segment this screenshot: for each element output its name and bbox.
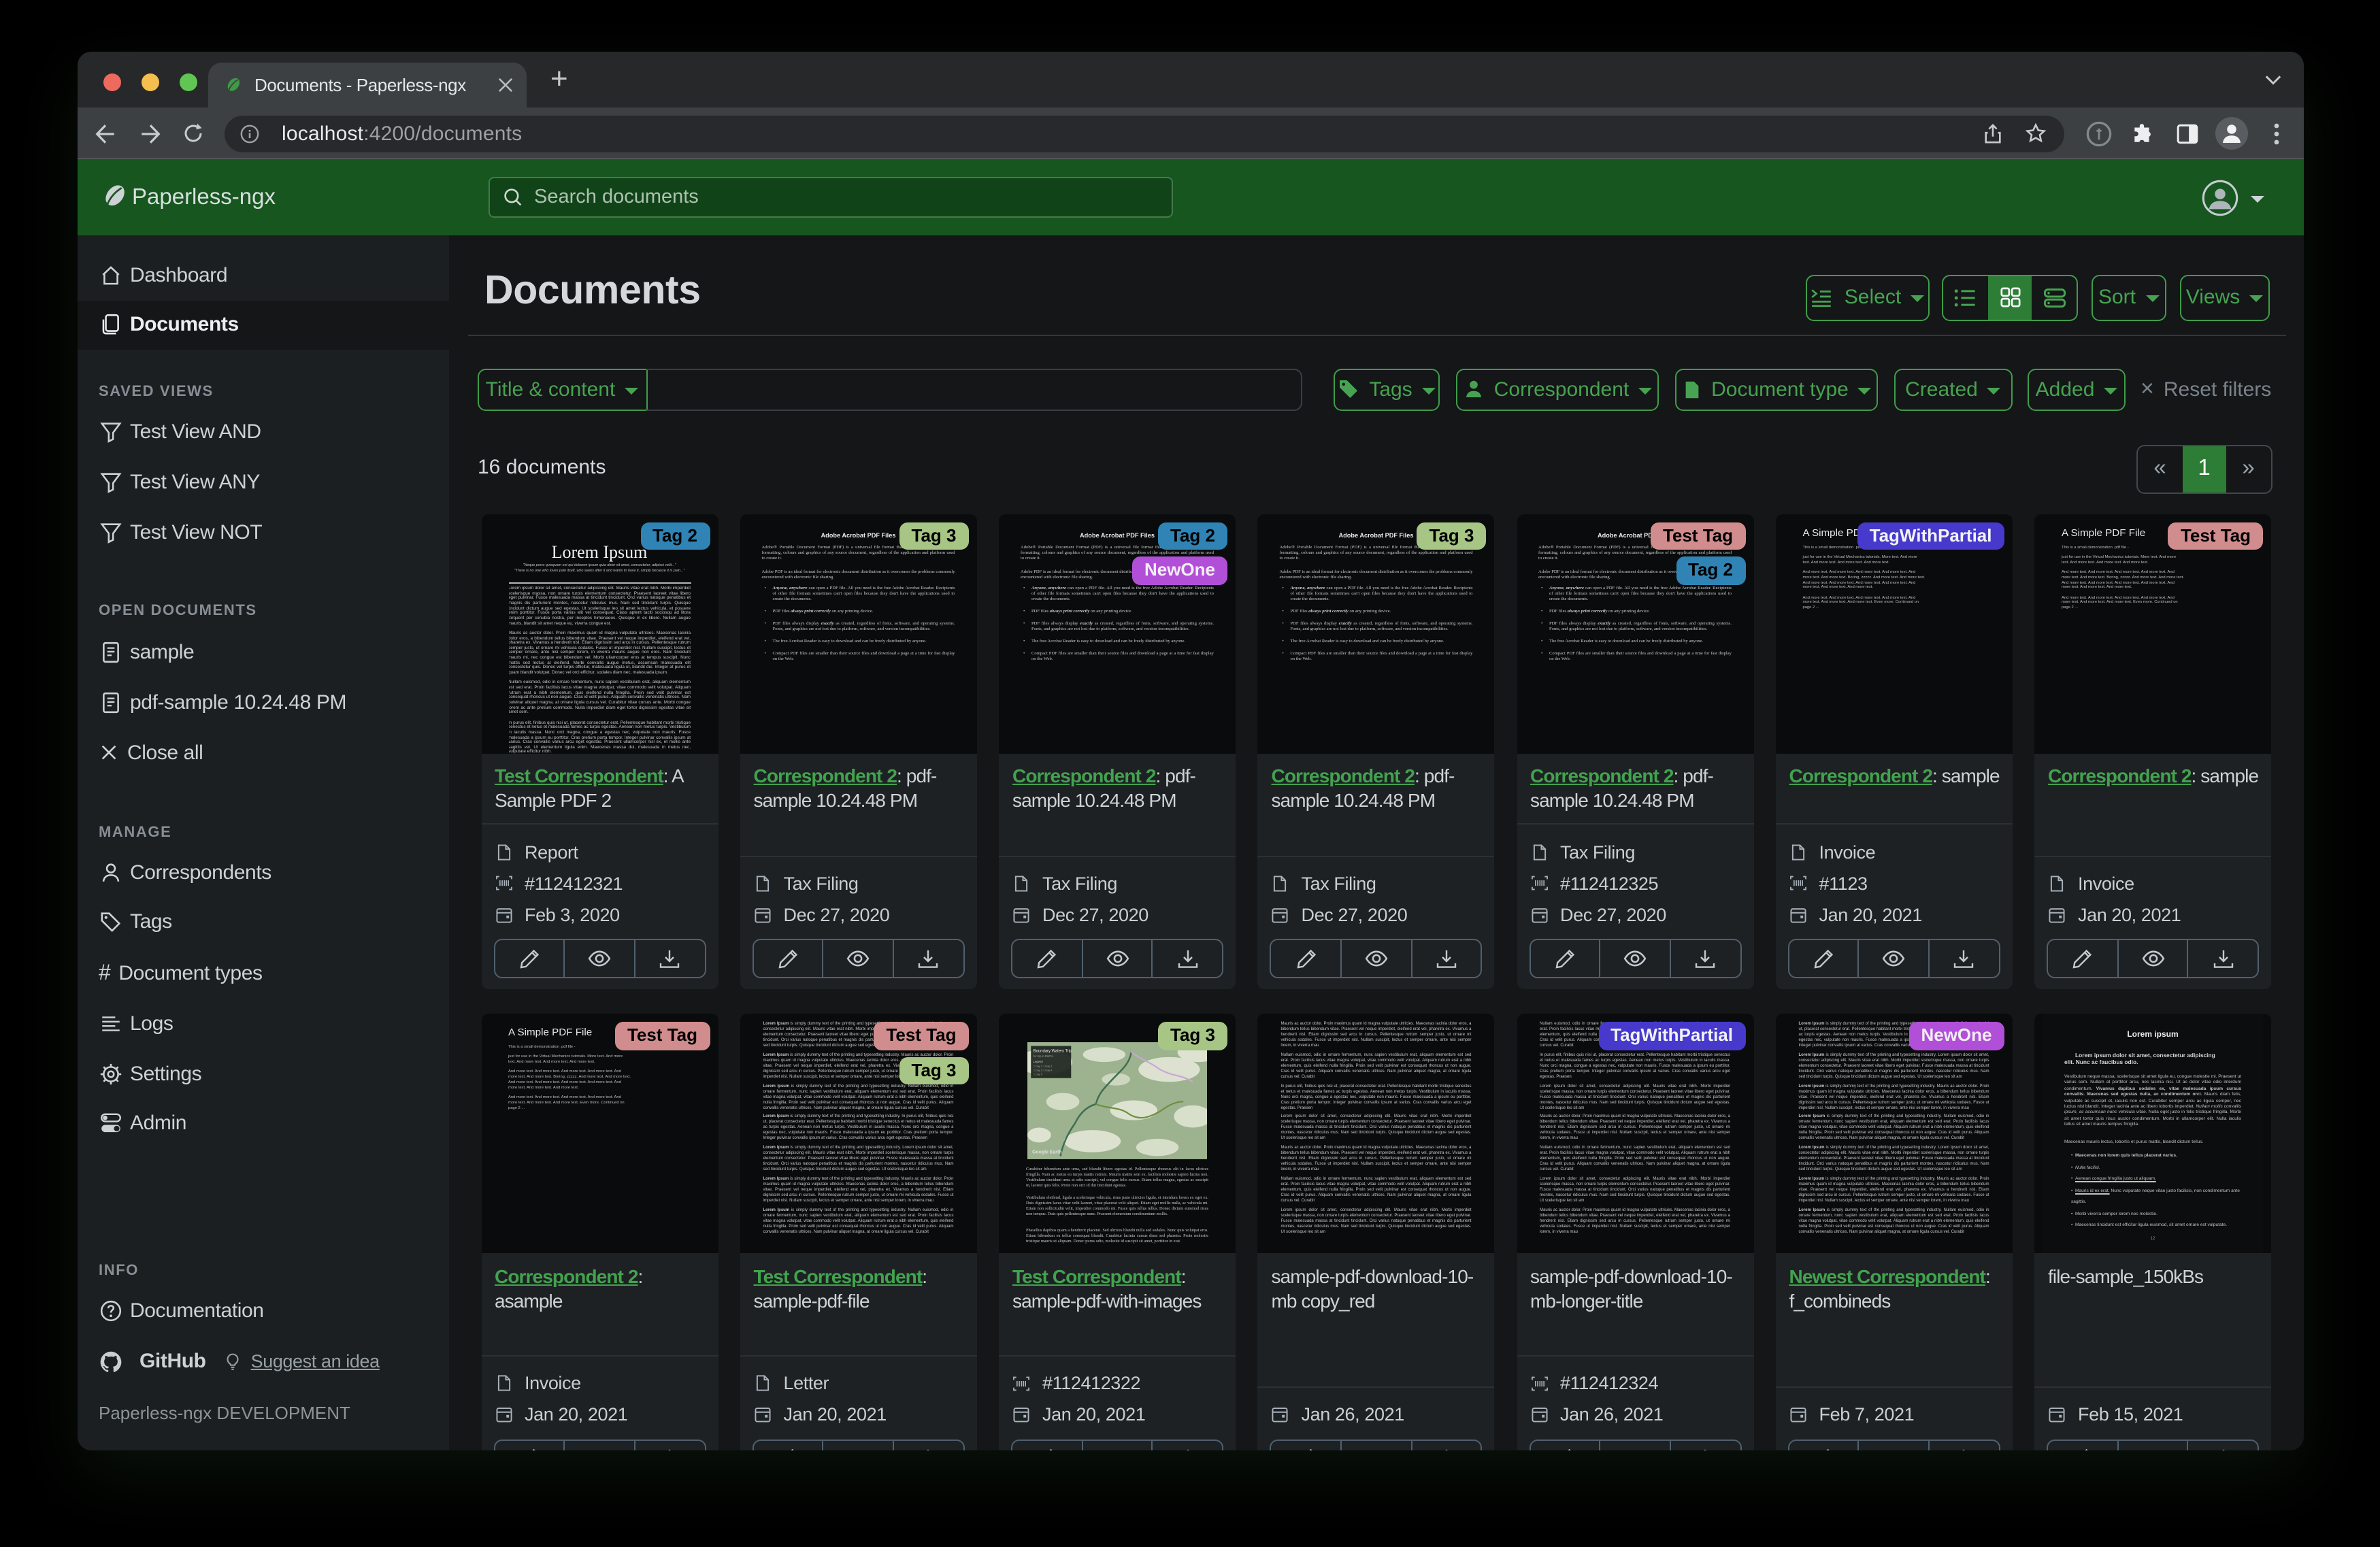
svg-text:Boundary Waters Trip: Boundary Waters Trip (1034, 1049, 1072, 1053)
svg-text:Legend: Legend (1034, 1060, 1043, 1063)
svg-text:for trip in BWCA: for trip in BWCA (1034, 1054, 1054, 1058)
svg-text:Google Earth: Google Earth (1032, 1150, 1062, 1155)
svg-text:□ Day 3 □ Day 4: □ Day 3 □ Day 4 (1034, 1068, 1053, 1071)
svg-text:□ Day 1 □ Day 2: □ Day 1 □ Day 2 (1034, 1064, 1053, 1067)
svg-text:□ Day 5: □ Day 5 (1034, 1073, 1043, 1076)
